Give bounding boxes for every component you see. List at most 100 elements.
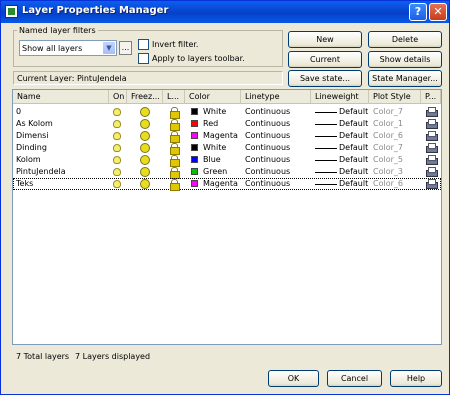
color-swatch[interactable]: [191, 144, 198, 151]
column-header-freeze[interactable]: Freez...: [127, 90, 163, 104]
lightbulb-icon[interactable]: [113, 108, 121, 116]
apply-toolbar-checkbox[interactable]: [138, 53, 149, 64]
lock-icon[interactable]: [169, 131, 180, 143]
column-header-linetype[interactable]: Linetype: [241, 90, 311, 104]
printer-icon[interactable]: [426, 179, 438, 189]
layer-row[interactable]: Dinding White Continuous Default Color_7: [13, 142, 441, 155]
layer-lineweight[interactable]: Default: [339, 118, 369, 130]
lightbulb-icon[interactable]: [113, 132, 121, 140]
color-swatch[interactable]: [191, 168, 198, 175]
color-swatch[interactable]: [191, 156, 198, 163]
ok-button[interactable]: OK: [268, 370, 319, 387]
lightbulb-icon[interactable]: [113, 168, 121, 176]
layer-name[interactable]: Teks: [16, 178, 108, 190]
sun-icon[interactable]: [140, 167, 150, 177]
layer-lineweight[interactable]: Default: [339, 178, 369, 190]
title-help-button[interactable]: ?: [409, 3, 427, 21]
layer-row[interactable]: Dimensi Magenta Continuous Default Color_6: [13, 130, 441, 143]
filter-browse-button[interactable]: ...: [119, 41, 132, 55]
sun-icon[interactable]: [140, 179, 150, 189]
layer-linetype[interactable]: Continuous: [245, 118, 309, 130]
layer-name[interactable]: Kolom: [16, 154, 108, 166]
show-details-button[interactable]: Show details: [368, 51, 442, 68]
layer-linetype[interactable]: Continuous: [245, 154, 309, 166]
layer-row[interactable]: As Kolom Red Continuous Default Color_1: [13, 118, 441, 131]
layer-linetype[interactable]: Continuous: [245, 166, 309, 178]
layer-list-header: Name On Freez... L... Color Linetype Lin…: [13, 90, 441, 104]
title-close-button[interactable]: ✕: [429, 3, 447, 21]
column-header-on[interactable]: On: [109, 90, 127, 104]
layer-list[interactable]: Name On Freez... L... Color Linetype Lin…: [12, 89, 442, 345]
layer-color-name[interactable]: White: [203, 142, 241, 154]
layer-linetype[interactable]: Continuous: [245, 142, 309, 154]
lightbulb-icon[interactable]: [113, 144, 121, 152]
printer-icon[interactable]: [426, 167, 438, 177]
lightbulb-icon[interactable]: [113, 156, 121, 164]
column-header-lineweight[interactable]: Lineweight: [311, 90, 369, 104]
sun-icon[interactable]: [140, 131, 150, 141]
sun-icon[interactable]: [140, 155, 150, 165]
layer-lineweight[interactable]: Default: [339, 130, 369, 142]
column-header-plot[interactable]: P...: [421, 90, 441, 104]
layer-linetype[interactable]: Continuous: [245, 106, 309, 118]
layer-color-name[interactable]: Blue: [203, 154, 241, 166]
sun-icon[interactable]: [140, 143, 150, 153]
lock-icon[interactable]: [169, 179, 180, 191]
lock-icon[interactable]: [169, 143, 180, 155]
lineweight-line: [315, 172, 337, 173]
color-swatch[interactable]: [191, 180, 198, 187]
state-manager-button[interactable]: State Manager...: [368, 70, 442, 87]
printer-icon[interactable]: [426, 107, 438, 117]
layer-name[interactable]: Dimensi: [16, 130, 108, 142]
layer-color-name[interactable]: Magenta: [203, 178, 241, 190]
layer-row[interactable]: PintuJendela Green Continuous Default Color_…: [13, 166, 441, 179]
filter-combo[interactable]: Show all layers ▼: [19, 40, 117, 56]
lightbulb-icon[interactable]: [113, 180, 121, 188]
layer-row[interactable]: 0 White Continuous Default Color_7: [13, 106, 441, 119]
layer-color-name[interactable]: White: [203, 106, 241, 118]
layer-row[interactable]: Teks Magenta Continuous Default Color_6: [13, 178, 441, 191]
layer-name[interactable]: 0: [16, 106, 108, 118]
lock-icon[interactable]: [169, 167, 180, 179]
layer-color-name[interactable]: Green: [203, 166, 241, 178]
layer-color-name[interactable]: Magenta: [203, 130, 241, 142]
title-bar[interactable]: Layer Properties Manager ? ✕: [1, 1, 449, 23]
printer-icon[interactable]: [426, 131, 438, 141]
color-swatch[interactable]: [191, 120, 198, 127]
layer-name[interactable]: Dinding: [16, 142, 108, 154]
color-swatch[interactable]: [191, 132, 198, 139]
help-button[interactable]: Help: [390, 370, 442, 387]
lock-icon[interactable]: [169, 155, 180, 167]
layer-name[interactable]: PintuJendela: [16, 166, 108, 178]
chevron-down-icon[interactable]: ▼: [102, 41, 116, 55]
lightbulb-icon[interactable]: [113, 120, 121, 128]
delete-button[interactable]: Delete: [368, 31, 442, 48]
layer-lineweight[interactable]: Default: [339, 142, 369, 154]
printer-icon[interactable]: [426, 119, 438, 129]
layer-lineweight[interactable]: Default: [339, 106, 369, 118]
new-button[interactable]: New: [288, 31, 362, 48]
printer-icon[interactable]: [426, 143, 438, 153]
column-header-name[interactable]: Name: [13, 90, 109, 104]
layer-linetype[interactable]: Continuous: [245, 178, 309, 190]
layer-row[interactable]: Kolom Blue Continuous Default Color_5: [13, 154, 441, 167]
column-header-color[interactable]: Color: [185, 90, 241, 104]
sun-icon[interactable]: [140, 107, 150, 117]
layer-lineweight[interactable]: Default: [339, 166, 369, 178]
invert-filter-checkbox[interactable]: [138, 39, 149, 50]
sun-icon[interactable]: [140, 119, 150, 129]
layer-color-name[interactable]: Red: [203, 118, 241, 130]
current-button[interactable]: Current: [288, 51, 362, 68]
total-layers-text: 7 Total layers: [16, 352, 70, 361]
cancel-button[interactable]: Cancel: [327, 370, 382, 387]
layer-name[interactable]: As Kolom: [16, 118, 108, 130]
lock-icon[interactable]: [169, 119, 180, 131]
column-header-lock[interactable]: L...: [163, 90, 185, 104]
layer-lineweight[interactable]: Default: [339, 154, 369, 166]
save-state-button[interactable]: Save state...: [288, 70, 362, 87]
color-swatch[interactable]: [191, 108, 198, 115]
column-header-plot-style[interactable]: Plot Style: [369, 90, 421, 104]
printer-icon[interactable]: [426, 155, 438, 165]
lock-icon[interactable]: [169, 107, 180, 119]
layer-linetype[interactable]: Continuous: [245, 130, 309, 142]
